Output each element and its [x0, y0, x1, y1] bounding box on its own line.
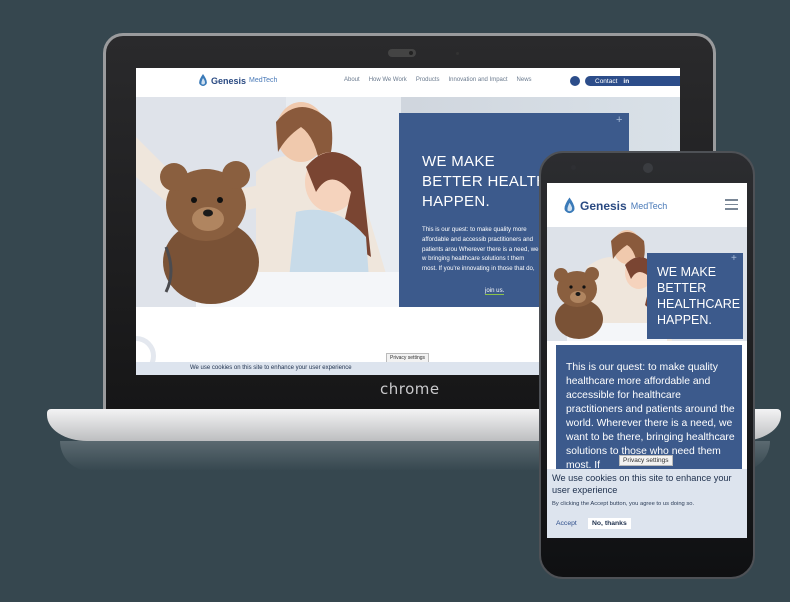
laptop-sensor [456, 52, 459, 55]
nav-innovation[interactable]: Innovation and Impact [449, 77, 508, 83]
desktop-hero-photo [136, 97, 401, 307]
nav-products[interactable]: Products [416, 77, 440, 83]
laptop-camera [388, 49, 416, 57]
cookie-title: We use cookies on this site to enhance y… [552, 473, 732, 495]
cookie-note: By clicking the Accept button, you agree… [552, 501, 695, 507]
mobile-cookie-banner: We use cookies on this site to enhance y… [547, 469, 747, 538]
desktop-header: Genesis MedTech About How We Work Produc… [136, 68, 680, 97]
genesis-logo[interactable]: Genesis MedTech [198, 74, 277, 87]
mobile-hero-headline: WE MAKE BETTER HEALTHCARE HAPPEN. [657, 265, 741, 327]
linkedin-icon[interactable]: in [623, 78, 629, 85]
plus-icon[interactable]: + [731, 253, 737, 264]
droplet-logo-icon [564, 197, 575, 214]
join-us-link[interactable]: join us. [485, 287, 505, 295]
logo-sub: MedTech [630, 201, 668, 211]
hero-body-text: This is our quest: to make quality more … [422, 226, 539, 273]
contact-button[interactable]: Contact in [585, 76, 665, 86]
privacy-settings-button[interactable]: Privacy settings [619, 455, 673, 466]
laptop-brand-label: chrome [380, 380, 440, 398]
droplet-logo-icon [199, 74, 207, 86]
contact-bar-extension [665, 76, 680, 86]
mobile-genesis-logo[interactable]: Genesis MedTech [563, 197, 667, 215]
phone-camera [643, 163, 653, 173]
main-nav: About How We Work Products Innovation an… [344, 77, 532, 83]
logo-brand: Genesis [211, 75, 247, 86]
hamburger-menu-icon[interactable] [725, 199, 738, 213]
plus-icon[interactable]: + [616, 114, 622, 126]
nav-news[interactable]: News [517, 77, 532, 83]
accept-button[interactable]: Accept [556, 520, 577, 527]
nav-how-we-work[interactable]: How We Work [369, 77, 407, 83]
phone-sensor [571, 165, 576, 170]
search-icon[interactable] [570, 76, 580, 86]
logo-brand: Genesis [580, 199, 627, 213]
nav-about[interactable]: About [344, 77, 360, 83]
contact-label: Contact [595, 77, 618, 85]
mobile-screen: Genesis MedTech + WE MAKE BETTER HEALTHC… [547, 183, 747, 538]
logo-sub: MedTech [249, 77, 278, 84]
no-thanks-button[interactable]: No, thanks [588, 518, 631, 529]
